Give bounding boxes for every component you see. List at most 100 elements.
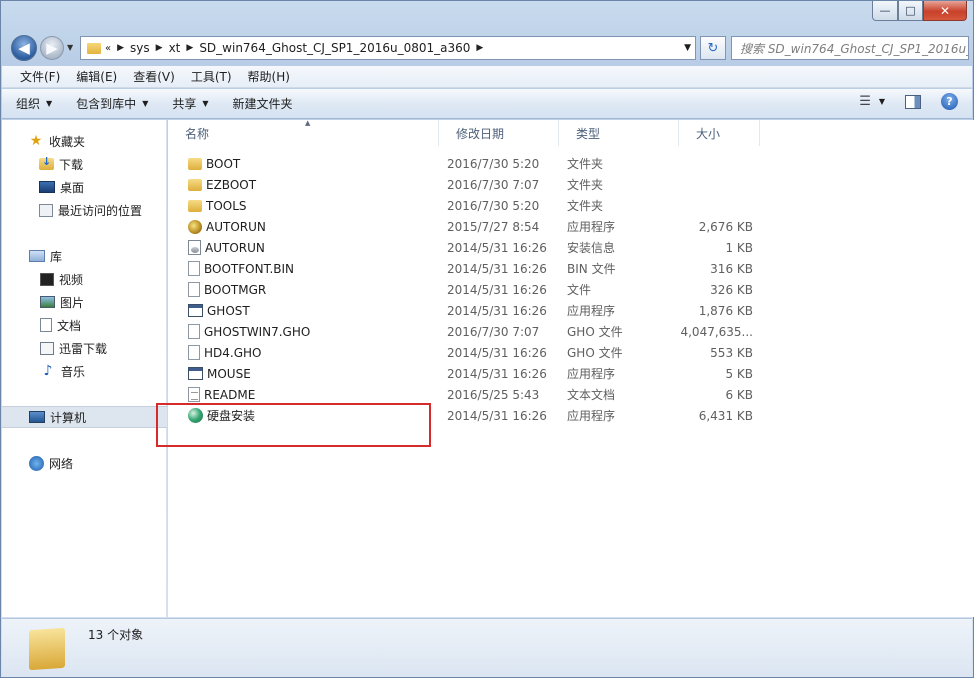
- file-name-cell: EZBOOT: [188, 174, 438, 195]
- breadcrumb-separator: ▶: [117, 43, 125, 53]
- menu-file[interactable]: 文件(F): [12, 68, 68, 85]
- sidebar-label: 下载: [59, 157, 84, 172]
- breadcrumb-xt[interactable]: xt: [169, 41, 181, 55]
- recent-pages-dropdown[interactable]: ▼: [67, 43, 73, 52]
- file-row[interactable]: HD4.GHO 2014/5/31 16:26 GHO 文件 553 KB: [168, 342, 974, 363]
- chevron-down-icon: ▼: [142, 99, 149, 108]
- file-row[interactable]: GHOSTWIN7.GHO 2016/7/30 7:07 GHO 文件 4,047,6…: [168, 321, 974, 342]
- thunder-downloads-icon: [40, 341, 54, 355]
- menu-view[interactable]: 查看(V): [125, 68, 183, 85]
- file-name-cell: README: [188, 384, 438, 405]
- file-type: 文件夹: [567, 157, 604, 171]
- breadcrumb-overflow[interactable]: «: [105, 43, 111, 54]
- change-view-button[interactable]: ☰ ▼: [859, 94, 885, 109]
- file-name-cell: BOOTMGR: [188, 279, 438, 300]
- file-type: 应用程序: [567, 304, 616, 318]
- sidebar-item-videos[interactable]: 视频: [2, 268, 167, 290]
- sidebar-network[interactable]: 网络: [2, 452, 167, 474]
- command-bar: 组织 ▼ 包含到库中 ▼ 共享 ▼ 新建文件夹 ☰ ▼ ?: [2, 89, 972, 119]
- file-type: 安装信息: [567, 241, 616, 255]
- preview-pane-icon[interactable]: [905, 94, 921, 109]
- chevron-down-icon: ▼: [878, 97, 885, 106]
- folder-icon: [29, 627, 65, 671]
- include-in-library-label: 包含到库中: [76, 97, 137, 111]
- file-name: MOUSE: [207, 366, 251, 381]
- file-name-cell: AUTORUN: [188, 216, 438, 237]
- file-row[interactable]: EZBOOT 2016/7/30 7:07 文件夹: [168, 174, 974, 195]
- search-input[interactable]: 搜索 SD_win764_Ghost_CJ_SP1_2016u_0801_a36…: [731, 36, 969, 60]
- minimize-button[interactable]: —: [872, 1, 898, 21]
- include-in-library-button[interactable]: 包含到库中 ▼: [76, 95, 148, 112]
- sidebar-label: 文档: [57, 318, 82, 333]
- file-row[interactable]: BOOT 2016/7/30 5:20 文件夹: [168, 153, 974, 174]
- breadcrumb-sys[interactable]: sys: [130, 41, 150, 55]
- file-name: BOOTMGR: [204, 282, 267, 297]
- sidebar-item-music[interactable]: ♪ 音乐: [2, 360, 167, 382]
- file-date: 2014/5/31 16:26: [447, 261, 547, 276]
- file-row[interactable]: AUTORUN 2014/5/31 16:26 安装信息 1 KB: [168, 237, 974, 258]
- file-size: 2,676 KB: [698, 219, 753, 234]
- sidebar-computer[interactable]: 计算机: [2, 406, 167, 428]
- file-type: 文本文档: [567, 388, 616, 402]
- file-row[interactable]: MOUSE 2014/5/31 16:26 应用程序 5 KB: [168, 363, 974, 384]
- help-icon[interactable]: ?: [941, 93, 958, 110]
- column-header-size[interactable]: 大小: [679, 120, 760, 146]
- file-row[interactable]: AUTORUN 2015/7/27 8:54 应用程序 2,676 KB: [168, 216, 974, 237]
- file-date: 2014/5/31 16:26: [447, 408, 547, 423]
- menu-help[interactable]: 帮助(H): [240, 68, 298, 85]
- music-note-icon: ♪: [43, 363, 53, 379]
- file-size: 5 KB: [725, 366, 753, 381]
- file-size: [682, 153, 753, 174]
- folder-icon: [188, 199, 202, 212]
- sidebar-item-desktop[interactable]: 桌面: [2, 176, 167, 198]
- file-row[interactable]: GHOST 2014/5/31 16:26 应用程序 1,876 KB: [168, 300, 974, 321]
- sidebar-item-downloads[interactable]: 下载: [2, 153, 167, 175]
- sidebar-item-recent-places[interactable]: 最近访问的位置: [2, 199, 167, 221]
- file-date: 2016/7/30 5:20: [447, 198, 540, 213]
- share-button[interactable]: 共享 ▼: [172, 95, 208, 112]
- file-size: 4,047,635...: [680, 324, 753, 339]
- organize-label: 组织: [16, 97, 41, 111]
- file-date: 2014/5/31 16:26: [447, 282, 547, 297]
- caption-buttons: — □ ✕: [872, 1, 967, 21]
- file-row[interactable]: BOOTFONT.BIN 2014/5/31 16:26 BIN 文件 316 KB: [168, 258, 974, 279]
- sidebar-item-pictures[interactable]: 图片: [2, 291, 167, 313]
- address-dropdown-icon[interactable]: ▼: [684, 43, 691, 53]
- file-name: AUTORUN: [205, 240, 265, 255]
- forward-button[interactable]: ▶: [40, 36, 64, 60]
- address-bar[interactable]: « ▶ sys ▶ xt ▶ SD_win764_Ghost_CJ_SP1_20…: [80, 36, 696, 60]
- new-folder-button[interactable]: 新建文件夹: [233, 95, 293, 112]
- file-name: GHOSTWIN7.GHO: [204, 324, 311, 339]
- column-header-date[interactable]: 修改日期: [439, 120, 559, 146]
- folder-icon: [188, 178, 202, 191]
- breadcrumb-current[interactable]: SD_win764_Ghost_CJ_SP1_2016u_0801_a360: [199, 41, 470, 55]
- file-name-cell: GHOST: [188, 300, 438, 321]
- back-button[interactable]: ◀: [11, 35, 37, 61]
- close-button[interactable]: ✕: [923, 1, 967, 21]
- file-name-cell: BOOTFONT.BIN: [188, 258, 438, 279]
- column-header-name[interactable]: ▲ 名称: [168, 119, 439, 146]
- file-icon: [188, 282, 200, 297]
- file-icon: [188, 324, 200, 339]
- application-icon: [188, 304, 203, 317]
- menu-edit[interactable]: 编辑(E): [68, 68, 125, 85]
- file-name: EZBOOT: [206, 177, 257, 192]
- breadcrumb-separator: ▶: [186, 43, 194, 53]
- libraries-icon: [29, 250, 45, 262]
- file-row[interactable]: README 2016/5/25 5:43 文本文档 6 KB: [168, 384, 974, 405]
- refresh-button[interactable]: ↻: [700, 36, 726, 60]
- column-header-type[interactable]: 类型: [559, 120, 679, 146]
- organize-button[interactable]: 组织 ▼: [16, 95, 52, 112]
- breadcrumb-separator: ▶: [476, 43, 484, 53]
- sidebar-item-documents[interactable]: 文档: [2, 314, 167, 336]
- file-row[interactable]: TOOLS 2016/7/30 5:20 文件夹: [168, 195, 974, 216]
- sidebar-libraries[interactable]: 库: [2, 245, 167, 267]
- sidebar-favorites[interactable]: ★ 收藏夹: [2, 130, 167, 152]
- menu-tools[interactable]: 工具(T): [183, 68, 240, 85]
- sidebar-label: 视频: [59, 272, 84, 287]
- sidebar-item-thunder-downloads[interactable]: 迅雷下载: [2, 337, 167, 359]
- maximize-button[interactable]: □: [898, 1, 923, 21]
- file-size: [682, 174, 753, 195]
- file-size: 326 KB: [710, 282, 753, 297]
- file-row[interactable]: BOOTMGR 2014/5/31 16:26 文件 326 KB: [168, 279, 974, 300]
